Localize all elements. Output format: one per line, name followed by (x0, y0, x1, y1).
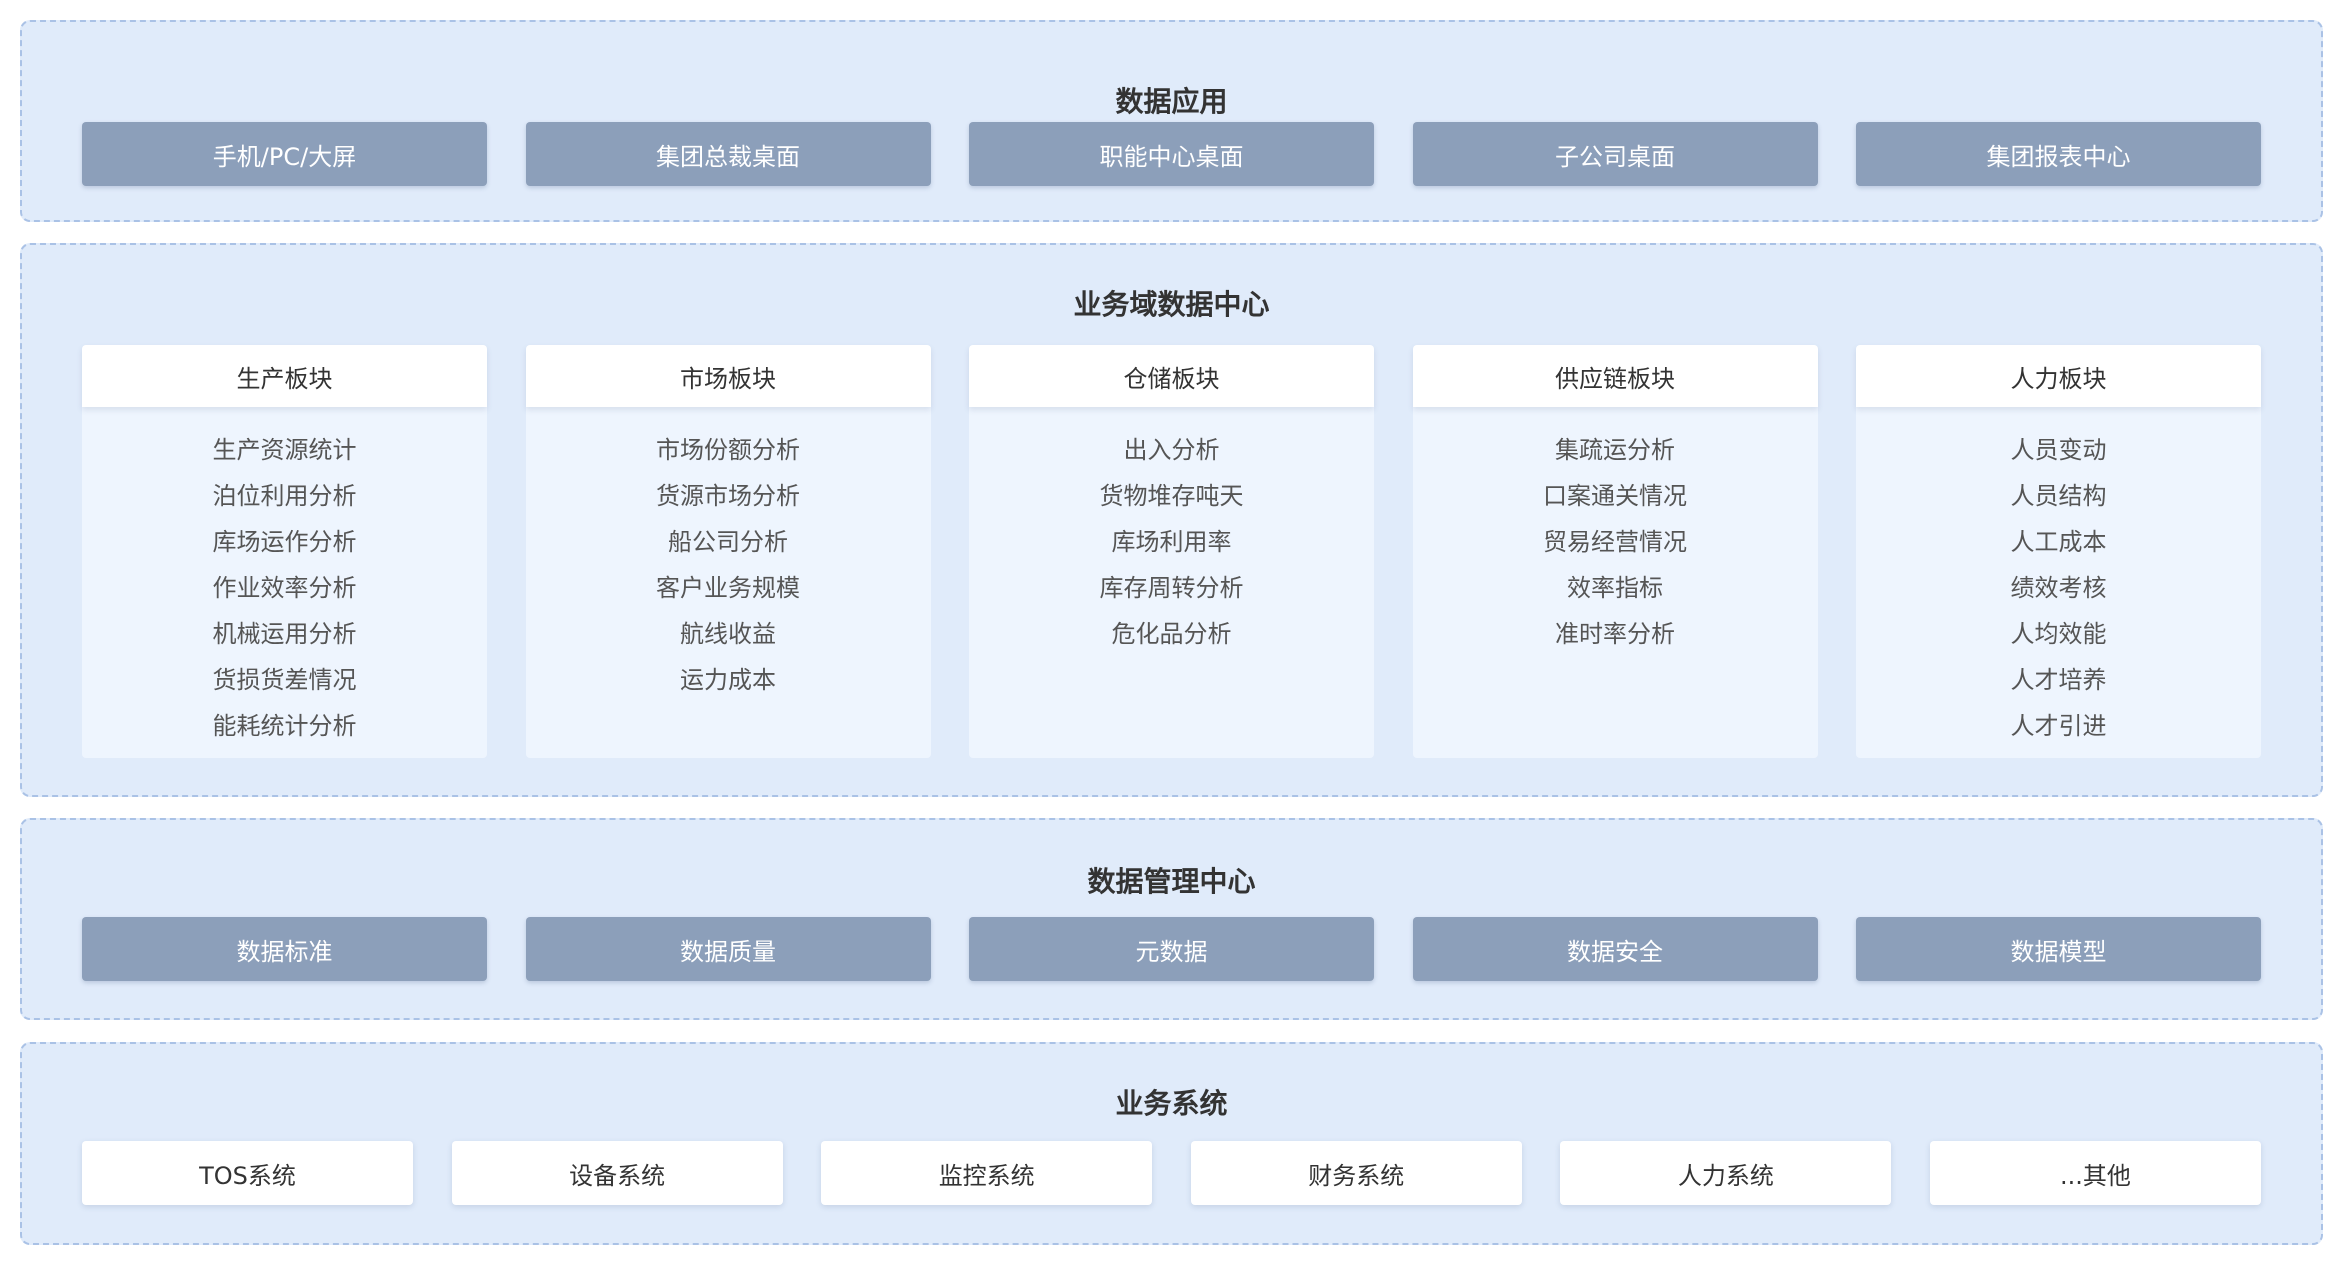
domain-block-warehouse: 仓储板块出入分析货物堆存吨天 库场利用率库存周转分析 危化品分析 (969, 345, 1374, 758)
block-body: 市场份额分析 货源市场分析 船公司分析客户业务规模 航线收益运力成本 (525, 407, 931, 758)
data-mgmt-item-data-model: 数据模型 (1856, 917, 2261, 981)
block-item: 集疏运分析 (1555, 436, 1675, 464)
block-body: 出入分析货物堆存吨天 库场利用率库存周转分析 危化品分析 (969, 407, 1374, 758)
block-item: 泊位利用分析 (212, 482, 357, 510)
block-item: 运力成本 (680, 666, 776, 694)
block-header: 仓储板块 (969, 345, 1374, 407)
block-item: 库场利用率 (1111, 528, 1232, 556)
block-item: 货物堆存吨天 (1099, 482, 1244, 510)
block-item: 作业效率分析 (212, 574, 357, 602)
biz-system-item-tos: TOS系统 (82, 1141, 413, 1205)
data-app-item-mobile-pc-screen: 手机/PC/大屏 (82, 122, 487, 186)
block-item: 货源市场分析 (656, 482, 800, 510)
section-business-system: 业务系统 TOS系统 设备系统 监控系统 财务系统 人力系统 ...其他 (20, 1042, 2323, 1245)
domain-block-hr: 人力板块人员变动人员结构人工成本绩效考核人均效能人才培养人才引进 (1856, 345, 2261, 758)
block-body: 人员变动人员结构人工成本绩效考核人均效能人才培养人才引进 (1856, 407, 2261, 758)
domain-block-production: 生产板块 生产资源统计 泊位利用分析 库场运作分析 作业效率分析 机械运用分析 货损货差情况… (82, 345, 487, 758)
block-item: 人均效能 (2010, 620, 2107, 648)
data-mgmt-item-metadata: 元数据 (969, 917, 1374, 981)
block-item: 人员结构 (2010, 482, 2107, 510)
block-item: 口案通关情况 (1543, 482, 1687, 510)
section-data-management-center: 数据管理中心 数据标准 数据质量 元数据 数据安全 数据模型 (20, 818, 2323, 1020)
section-title: 数据应用 (1115, 85, 1228, 118)
biz-system-item-finance: 财务系统 (1190, 1141, 1522, 1205)
block-item: 机械运用分析 (212, 620, 357, 648)
block-item: 船公司分析 (668, 528, 788, 556)
block-body: 生产资源统计 泊位利用分析 库场运作分析 作业效率分析 机械运用分析 货损货差情况 能耗统计… (82, 407, 487, 758)
block-item: 客户业务规模 (656, 574, 800, 602)
data-app-item-group-report-center: 集团报表中心 (1856, 122, 2261, 186)
data-mgmt-item-data-standard: 数据标准 (82, 917, 487, 981)
data-app-item-subsidiary-desktop: 子公司桌面 (1412, 122, 1818, 186)
block-header: 市场板块 (525, 345, 931, 407)
section-title: 业务系统 (1115, 1087, 1228, 1120)
data-mgmt-item-data-quality: 数据质量 (525, 917, 931, 981)
domain-block-market: 市场板块市场份额分析 货源市场分析 船公司分析客户业务规模 航线收益运力成本 (525, 345, 931, 758)
block-item: 准时率分析 (1555, 620, 1675, 648)
domain-block-supply-chain: 供应链板块集疏运分析口案通关情况 贸易经营情况 效率指标准时率分析 (1412, 345, 1818, 758)
biz-system-item-hr: 人力系统 (1560, 1141, 1892, 1205)
biz-system-item-others: ...其他 (1929, 1141, 2261, 1205)
block-item: 贸易经营情况 (1543, 528, 1687, 556)
block-header: 供应链板块 (1412, 345, 1818, 407)
block-item: 危化品分析 (1111, 620, 1232, 648)
block-item: 出入分析 (1123, 436, 1220, 464)
section-title: 业务域数据中心 (1073, 288, 1270, 321)
block-item: 人才培养 (2010, 666, 2107, 694)
block-item: 库场运作分析 (212, 528, 357, 556)
block-item: 效率指标 (1567, 574, 1663, 602)
data-app-item-group-president-desktop: 集团总裁桌面 (525, 122, 931, 186)
block-item: 市场份额分析 (656, 436, 800, 464)
block-item: 能耗统计分析 (212, 712, 357, 740)
section-data-app: 数据应用 手机/PC/大屏 集团总裁桌面 职能中心桌面 子公司桌面 集团报表中心 (20, 20, 2323, 222)
data-mgmt-item-data-security: 数据安全 (1412, 917, 1818, 981)
block-item: 人员变动 (2010, 436, 2107, 464)
block-body: 集疏运分析口案通关情况 贸易经营情况 效率指标准时率分析 (1412, 407, 1818, 758)
block-item: 库存周转分析 (1099, 574, 1244, 602)
biz-system-item-equipment: 设备系统 (451, 1141, 783, 1205)
data-app-item-function-center-desktop: 职能中心桌面 (969, 122, 1374, 186)
block-item: 人才引进 (2010, 712, 2107, 740)
block-item: 生产资源统计 (212, 436, 357, 464)
block-item: 货损货差情况 (212, 666, 357, 694)
block-item: 绩效考核 (2010, 574, 2107, 602)
block-item: 航线收益 (680, 620, 776, 648)
block-header: 生产板块 (82, 345, 487, 407)
biz-system-item-monitoring: 监控系统 (821, 1141, 1153, 1205)
section-title: 数据管理中心 (1087, 865, 1256, 898)
block-header: 人力板块 (1856, 345, 2261, 407)
section-domain-data-center: 业务域数据中心 生产板块 生产资源统计 泊位利用分析 库场运作分析 作业效率分析 机械运用… (20, 243, 2323, 797)
block-item: 人工成本 (2010, 528, 2107, 556)
architecture-diagram: 数据应用 手机/PC/大屏 集团总裁桌面 职能中心桌面 子公司桌面 集团报表中心… (0, 0, 2340, 1266)
